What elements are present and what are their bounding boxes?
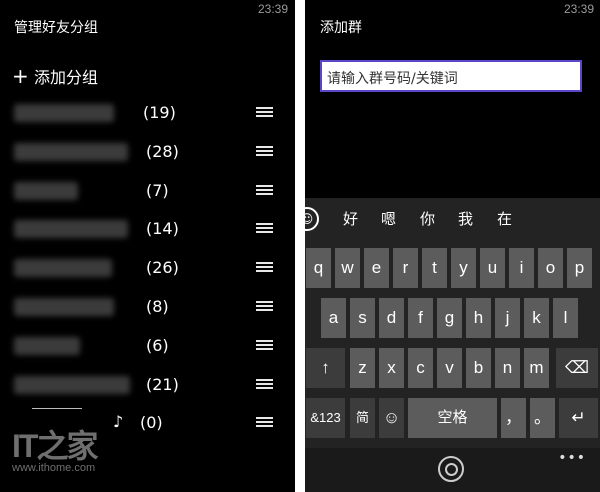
shift-key[interactable]: ↑ [306, 348, 345, 388]
emoji-key[interactable]: ☺ [379, 398, 404, 438]
group-row[interactable]: (26) [0, 249, 295, 287]
ithome-watermark: IT之家 www.ithome.com [12, 428, 98, 474]
group-name-blurred [14, 220, 128, 238]
status-time: 23:39 [258, 2, 289, 16]
group-name-blurred [14, 298, 114, 316]
key-i[interactable]: i [509, 248, 534, 288]
key-h[interactable]: h [466, 298, 491, 338]
group-count: (19) [143, 103, 176, 122]
language-key[interactable]: 简 [350, 398, 375, 438]
suggestion-word[interactable]: 嗯 [381, 208, 396, 229]
add-group-button[interactable]: + 添加分组 [12, 64, 98, 88]
reorder-handle-icon[interactable] [256, 417, 273, 429]
reorder-handle-icon[interactable] [256, 107, 273, 119]
key-v[interactable]: v [437, 348, 462, 388]
numbers-key[interactable]: &123 [306, 398, 345, 438]
group-name-blurred [14, 337, 80, 355]
more-icon[interactable]: ••• [558, 450, 586, 466]
group-count: (21) [146, 375, 179, 394]
group-name-underline [32, 408, 82, 409]
add-group-screen: 23:39 添加群 请输入群号码/关键词 ☺ 好 嗯 你 我 在 q w e r… [305, 0, 600, 492]
suggestion-word[interactable]: 在 [497, 208, 512, 229]
suggestion-word[interactable]: 好 [343, 208, 358, 229]
plus-icon: + [12, 64, 29, 88]
enter-key[interactable]: ↵ [559, 398, 598, 438]
group-row[interactable]: (8) [0, 288, 295, 326]
emoji-suggest-icon[interactable]: ☺ [305, 207, 319, 231]
group-name-blurred [14, 104, 114, 122]
group-row[interactable]: (19) [0, 94, 295, 132]
reorder-handle-icon[interactable] [256, 185, 273, 197]
status-time: 23:39 [564, 2, 595, 16]
group-count: (14) [146, 219, 179, 238]
key-n[interactable]: n [495, 348, 520, 388]
group-row[interactable]: (28) [0, 133, 295, 171]
key-s[interactable]: s [350, 298, 375, 338]
group-count: (8) [146, 297, 169, 316]
group-count: (6) [146, 336, 169, 355]
app-bar: ••• [305, 448, 600, 492]
key-d[interactable]: d [379, 298, 404, 338]
group-name-blurred [14, 376, 130, 394]
key-f[interactable]: f [408, 298, 433, 338]
group-count: (26) [146, 258, 179, 277]
group-name-blurred [14, 143, 128, 161]
group-row[interactable]: (7) [0, 172, 295, 210]
group-count: (0) [140, 413, 163, 432]
group-row[interactable]: (21) [0, 366, 295, 404]
suggestion-word[interactable]: 你 [420, 208, 435, 229]
key-p[interactable]: p [567, 248, 592, 288]
backspace-key[interactable]: ⌫ [556, 348, 598, 388]
key-j[interactable]: j [495, 298, 520, 338]
search-icon[interactable] [438, 456, 464, 482]
ithome-url: www.ithome.com [12, 462, 96, 474]
key-b[interactable]: b [466, 348, 491, 388]
suggestion-bar: ☺ 好 嗯 你 我 在 [305, 198, 600, 238]
key-g[interactable]: g [437, 298, 462, 338]
key-e[interactable]: e [364, 248, 389, 288]
comma-key[interactable]: ， [501, 398, 526, 438]
key-o[interactable]: o [538, 248, 563, 288]
reorder-handle-icon[interactable] [256, 146, 273, 158]
key-k[interactable]: k [524, 298, 549, 338]
music-note-icon: ♪ [113, 412, 124, 431]
key-z[interactable]: z [350, 348, 375, 388]
key-c[interactable]: c [408, 348, 433, 388]
page-title: 管理好友分组 [14, 20, 98, 36]
group-count: (28) [146, 142, 179, 161]
manage-groups-screen: 23:39 管理好友分组 + 添加分组 (19) (28) (7) (14) (… [0, 0, 295, 492]
reorder-handle-icon[interactable] [256, 223, 273, 235]
key-r[interactable]: r [393, 248, 418, 288]
group-search-input[interactable]: 请输入群号码/关键词 [320, 60, 582, 92]
key-m[interactable]: m [524, 348, 549, 388]
group-name-blurred [14, 182, 78, 200]
reorder-handle-icon[interactable] [256, 340, 273, 352]
reorder-handle-icon[interactable] [256, 301, 273, 313]
group-row[interactable]: (14) [0, 210, 295, 248]
reorder-handle-icon[interactable] [256, 379, 273, 391]
key-q[interactable]: q [306, 248, 331, 288]
key-l[interactable]: l [553, 298, 578, 338]
add-group-label: 添加分组 [34, 68, 99, 87]
key-u[interactable]: u [480, 248, 505, 288]
period-key[interactable]: 。 [530, 398, 555, 438]
key-y[interactable]: y [451, 248, 476, 288]
key-w[interactable]: w [335, 248, 360, 288]
key-t[interactable]: t [422, 248, 447, 288]
group-name-blurred [14, 259, 112, 277]
space-key[interactable]: 空格 [408, 398, 497, 438]
reorder-handle-icon[interactable] [256, 262, 273, 274]
key-a[interactable]: a [321, 298, 346, 338]
ithome-logo: IT之家 [12, 428, 98, 464]
key-x[interactable]: x [379, 348, 404, 388]
group-row[interactable]: (6) [0, 327, 295, 365]
suggestion-word[interactable]: 我 [458, 208, 473, 229]
page-title: 添加群 [320, 20, 362, 36]
group-count: (7) [146, 181, 169, 200]
